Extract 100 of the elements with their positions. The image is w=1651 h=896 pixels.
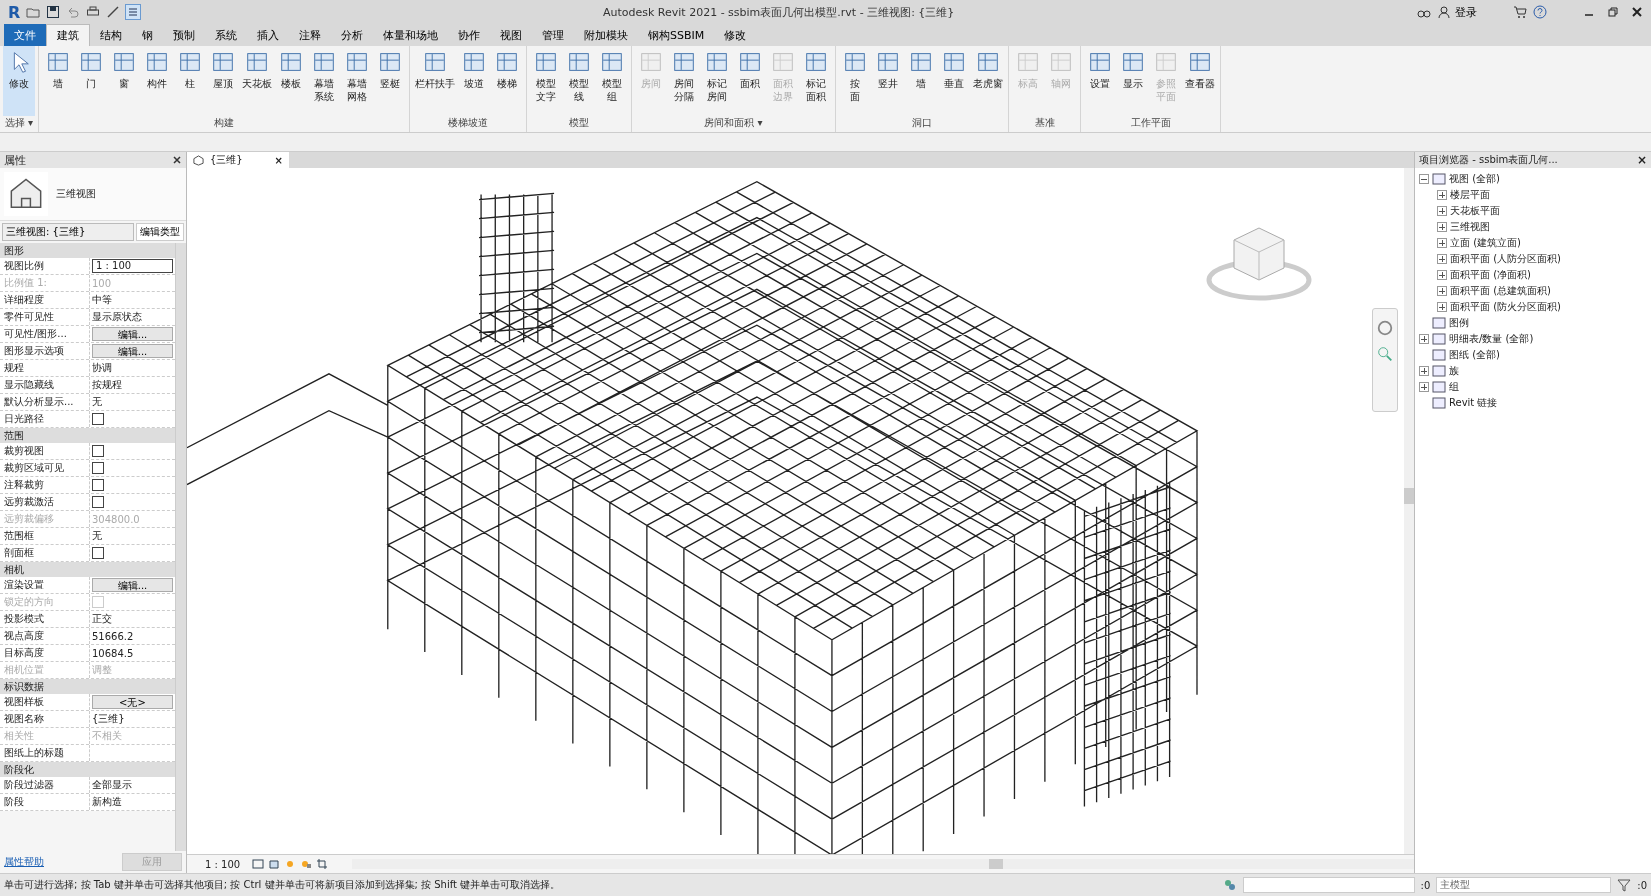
expander-icon[interactable]: [1437, 206, 1447, 216]
property-value[interactable]: 中等: [92, 293, 112, 307]
tree-item[interactable]: 楼层平面: [1450, 188, 1490, 202]
ribbon-button[interactable]: 设置: [1084, 46, 1116, 116]
close-icon[interactable]: [1631, 6, 1643, 18]
ribbon-button[interactable]: 标记面积: [800, 46, 832, 116]
ribbon-tab[interactable]: 预制: [163, 24, 205, 46]
ribbon-button[interactable]: 幕墙网格: [341, 46, 373, 116]
user-icon[interactable]: [1437, 5, 1451, 19]
filter-icon[interactable]: [1617, 878, 1632, 892]
property-value[interactable]: 显示原状态: [92, 310, 142, 324]
expander-icon[interactable]: [1419, 382, 1429, 392]
model-viewport[interactable]: [187, 168, 1414, 854]
property-value[interactable]: 按规程: [92, 378, 122, 392]
help-icon[interactable]: [1533, 5, 1547, 19]
model-dropdown[interactable]: 主模型: [1436, 877, 1612, 893]
ribbon-button[interactable]: 门: [75, 46, 107, 116]
property-value[interactable]: 无: [92, 529, 102, 543]
tree-item[interactable]: 三维视图: [1450, 220, 1490, 234]
edit-button[interactable]: 编辑...: [92, 578, 173, 592]
ribbon-button[interactable]: 按面: [839, 46, 871, 116]
tree-item[interactable]: 图例: [1449, 316, 1469, 330]
ribbon-tab[interactable]: 体量和场地: [373, 24, 448, 46]
expander-icon[interactable]: [1437, 238, 1447, 248]
ribbon-tab[interactable]: 修改: [714, 24, 757, 46]
view-tab[interactable]: {三维} ×: [187, 152, 289, 168]
ribbon-button[interactable]: 修改: [3, 46, 35, 116]
section-header[interactable]: 范围: [0, 428, 175, 443]
scale-field[interactable]: 1 : 100: [92, 259, 173, 273]
save-icon[interactable]: [46, 5, 61, 19]
property-value[interactable]: 51666.2: [92, 630, 134, 642]
ribbon-tab[interactable]: 管理: [532, 24, 574, 46]
property-value[interactable]: 10684.5: [92, 647, 134, 659]
ribbon-button[interactable]: 窗: [108, 46, 140, 116]
checkbox[interactable]: [92, 413, 104, 425]
ribbon-button[interactable]: 栏杆扶手: [413, 46, 457, 116]
ribbon-tab[interactable]: 协作: [448, 24, 490, 46]
ribbon-button[interactable]: 竖梃: [374, 46, 406, 116]
help-link[interactable]: 属性帮助: [4, 855, 44, 869]
section-header[interactable]: 相机: [0, 562, 175, 577]
steering-wheel-icon[interactable]: [1376, 319, 1394, 337]
expander-icon[interactable]: [1437, 286, 1447, 296]
edit-button[interactable]: 编辑...: [92, 327, 173, 341]
property-value[interactable]: 正交: [92, 612, 112, 626]
ribbon-button[interactable]: 屋顶: [207, 46, 239, 116]
section-header[interactable]: 图形: [0, 243, 175, 258]
tree-item[interactable]: 组: [1449, 380, 1459, 394]
shadow-icon[interactable]: [300, 858, 313, 870]
tree-item[interactable]: 面积平面 (净面积): [1450, 268, 1531, 282]
tree-item[interactable]: 明细表/数量 (全部): [1449, 332, 1534, 346]
expander-icon[interactable]: [1437, 222, 1447, 232]
ribbon-button[interactable]: 垂直: [938, 46, 970, 116]
crop-icon[interactable]: [316, 858, 329, 870]
restore-icon[interactable]: [1607, 6, 1619, 18]
close-icon[interactable]: [172, 155, 182, 165]
expander-icon[interactable]: [1437, 270, 1447, 280]
navigation-bar[interactable]: [1372, 308, 1398, 412]
checkbox[interactable]: [92, 462, 104, 474]
ribbon-button[interactable]: 模型线: [563, 46, 595, 116]
edit-type-button[interactable]: 编辑类型: [136, 223, 184, 241]
ribbon-button[interactable]: 房间分隔: [668, 46, 700, 116]
ribbon-tab[interactable]: 文件: [4, 24, 46, 46]
ribbon-button[interactable]: 模型组: [596, 46, 628, 116]
ribbon-button[interactable]: 面积: [734, 46, 766, 116]
ribbon-button[interactable]: 柱: [174, 46, 206, 116]
property-value[interactable]: 无: [92, 395, 102, 409]
property-value[interactable]: 新构造: [92, 795, 122, 809]
app-logo[interactable]: R: [8, 2, 21, 22]
ribbon-tab[interactable]: 建筑: [46, 24, 90, 46]
tree-item[interactable]: 视图 (全部): [1449, 172, 1500, 186]
ribbon-button[interactable]: 坡道: [458, 46, 490, 116]
tree-item[interactable]: 面积平面 (防火分区面积): [1450, 300, 1561, 314]
tree-item[interactable]: 面积平面 (人防分区面积): [1450, 252, 1561, 266]
checkbox[interactable]: [92, 496, 104, 508]
ribbon-tab[interactable]: 系统: [205, 24, 247, 46]
tree-item[interactable]: 面积平面 (总建筑面积): [1450, 284, 1551, 298]
ribbon-button[interactable]: 构件: [141, 46, 173, 116]
detail-level-icon[interactable]: [252, 858, 265, 870]
ribbon-tab[interactable]: 插入: [247, 24, 289, 46]
property-value[interactable]: 协调: [92, 361, 112, 375]
workset-icon[interactable]: [1222, 878, 1237, 892]
cart-icon[interactable]: [1513, 5, 1527, 19]
ribbon-button[interactable]: 显示: [1117, 46, 1149, 116]
scrollbar[interactable]: [1404, 168, 1414, 854]
property-value[interactable]: 全部显示: [92, 778, 132, 792]
open-icon[interactable]: [26, 5, 41, 19]
tree-item[interactable]: 立面 (建筑立面): [1450, 236, 1521, 250]
sign-in-button[interactable]: 登录: [1455, 4, 1477, 20]
scrollbar[interactable]: [352, 859, 1414, 869]
ribbon-button[interactable]: 竖井: [872, 46, 904, 116]
scrollbar-thumb[interactable]: [989, 859, 1004, 869]
ribbon-tab[interactable]: 钢: [132, 24, 163, 46]
section-header[interactable]: 阶段化: [0, 762, 175, 777]
print-icon[interactable]: [86, 5, 101, 19]
expander-icon[interactable]: [1419, 366, 1429, 376]
tree-item[interactable]: 族: [1449, 364, 1459, 378]
ribbon-button[interactable]: 楼板: [275, 46, 307, 116]
ribbon-button[interactable]: 楼梯: [491, 46, 523, 116]
scrollbar[interactable]: [175, 243, 186, 851]
section-header[interactable]: 标识数据: [0, 679, 175, 694]
